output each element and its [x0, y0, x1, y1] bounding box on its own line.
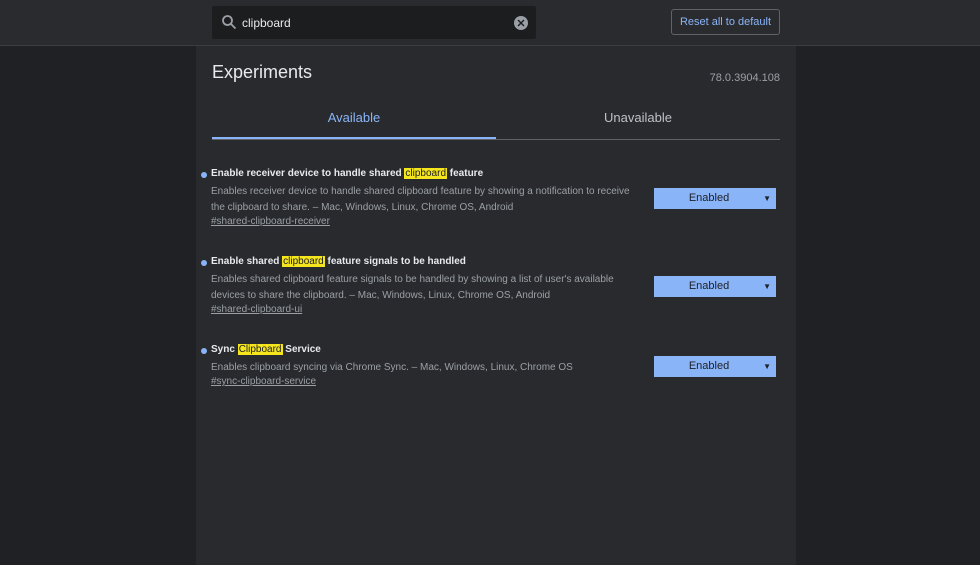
page-title: Experiments	[212, 62, 313, 82]
experiment-link[interactable]: #sync-clipboard-service	[211, 376, 316, 387]
chevron-down-icon: ▼	[763, 194, 771, 203]
experiment-link[interactable]: #shared-clipboard-ui	[211, 304, 302, 315]
experiment-indicator	[201, 348, 207, 354]
search-highlight: clipboard	[404, 168, 448, 179]
experiment-description: Enables clipboard syncing via Chrome Syn…	[211, 362, 573, 373]
search-box[interactable]	[212, 6, 536, 39]
chevron-down-icon: ▼	[763, 362, 771, 371]
tab-available-label: Available	[327, 110, 381, 125]
select-value: Enabled	[688, 360, 730, 372]
experiment-description: Enables receiver device to handle shared…	[211, 186, 630, 213]
clear-icon[interactable]	[514, 16, 528, 30]
experiment-state-select[interactable]: Enabled ▼	[654, 188, 776, 209]
select-value: Enabled	[688, 192, 730, 204]
experiment-title: Sync Clipboard Service	[211, 344, 321, 355]
select-value: Enabled	[688, 280, 730, 292]
tab-active-indicator	[212, 137, 496, 139]
tab-unavailable-label: Unavailable	[604, 110, 672, 125]
version-label: 78.0.3904.108	[709, 72, 780, 84]
experiment-title: Enable receiver device to handle shared …	[211, 168, 484, 179]
tab-bar: Available Unavailable	[212, 108, 780, 140]
search-input[interactable]	[242, 6, 512, 39]
search-highlight: clipboard	[282, 256, 325, 267]
top-bar: Reset all to default	[0, 0, 980, 46]
experiment-link[interactable]: #shared-clipboard-receiver	[211, 216, 330, 227]
tab-available[interactable]: Available	[212, 108, 496, 139]
experiment-state-select[interactable]: Enabled ▼	[654, 356, 776, 377]
search-icon	[221, 14, 237, 30]
search-highlight: Clipboard	[237, 344, 283, 355]
experiment-indicator	[201, 172, 207, 178]
experiment-state-select[interactable]: Enabled ▼	[654, 276, 776, 297]
tab-unavailable[interactable]: Unavailable	[496, 108, 780, 139]
experiments-panel: Experiments 78.0.3904.108 Available Unav…	[196, 46, 796, 565]
chevron-down-icon: ▼	[763, 282, 771, 291]
experiment-indicator	[201, 260, 207, 266]
experiment-title: Enable shared clipboard feature signals …	[211, 256, 466, 267]
reset-all-button[interactable]: Reset all to default	[671, 9, 780, 35]
experiment-description: Enables shared clipboard feature signals…	[211, 274, 614, 301]
